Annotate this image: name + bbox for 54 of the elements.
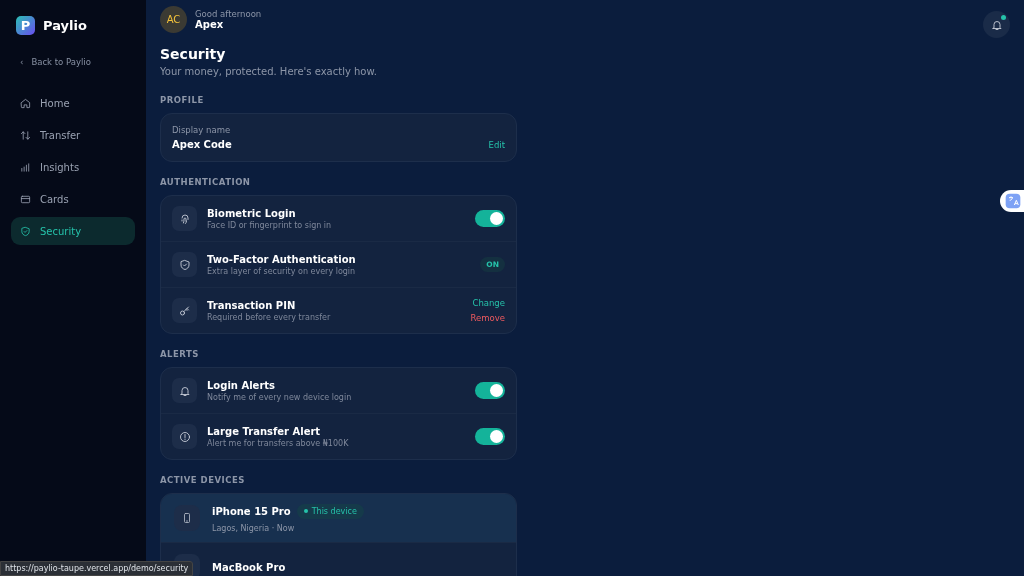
nav-item[interactable]: Security — [11, 217, 135, 245]
setting-title: Transaction PIN — [207, 299, 297, 311]
nav-item[interactable]: Cards — [11, 185, 135, 213]
key-icon — [172, 298, 197, 323]
bell-icon — [172, 378, 197, 403]
change-link[interactable]: Change — [472, 298, 505, 308]
page-title: Security — [160, 46, 227, 62]
device-detail: Lagos, Nigeria · Now — [212, 523, 296, 533]
setting-title: Large Transfer Alert — [207, 425, 322, 437]
status-url: https://paylio-taupe.vercel.app/demo/security — [0, 561, 194, 576]
brand-name: Paylio — [43, 18, 87, 33]
setting-description: Required before every transfer — [207, 312, 332, 322]
field-label: Display name — [172, 125, 232, 135]
alert-icon — [172, 424, 197, 449]
toggle-switch[interactable] — [475, 382, 505, 399]
nav-item[interactable]: Insights — [11, 153, 135, 181]
section-heading: ACTIVE DEVICES — [160, 475, 246, 485]
setting-description: Face ID or fingerprint to sign in — [207, 220, 333, 230]
avatar: AC — [160, 6, 187, 33]
setting-title: Biometric Login — [207, 207, 297, 219]
notification-button[interactable] — [983, 11, 1010, 38]
nav-item[interactable]: Home — [11, 89, 135, 117]
setting-description: Alert me for transfers above ₦100K — [207, 438, 350, 448]
logo: P — [16, 16, 35, 35]
nav-item[interactable]: Transfer — [11, 121, 135, 149]
card-icon — [20, 193, 31, 205]
toggle-switch[interactable] — [475, 210, 505, 227]
fingerprint-icon — [172, 206, 197, 231]
setting-title: Two-Factor Authentication — [207, 253, 357, 265]
shield-icon — [172, 252, 197, 277]
setting-title: Login Alerts — [207, 379, 277, 391]
toggle-switch[interactable] — [475, 428, 505, 445]
section-heading: PROFILE — [160, 95, 205, 105]
setting-description: Extra layer of security on every login — [207, 266, 357, 276]
translate-button[interactable] — [1000, 190, 1024, 212]
device-name: iPhone 15 Pro — [212, 505, 291, 517]
section-heading: ALERTS — [160, 349, 200, 359]
device-name: MacBook Pro — [212, 561, 286, 573]
section-heading: AUTHENTICATION — [160, 177, 252, 187]
setting-description: Notify me of every new device login — [207, 392, 353, 402]
page-subtitle: Your money, protected. Here's exactly how. — [160, 66, 378, 77]
device-badge: This device — [296, 503, 364, 519]
remove-link[interactable]: Remove — [470, 313, 505, 323]
field-value: Apex Code — [172, 139, 232, 150]
user-name: Apex — [195, 19, 225, 30]
arrows-icon — [20, 129, 31, 141]
back-link[interactable]: ‹ Back to Paylio — [20, 57, 135, 67]
phone-icon — [174, 505, 200, 531]
bar-chart-icon — [20, 161, 31, 173]
edit-link[interactable]: Edit — [488, 140, 505, 150]
greeting: Good afternoon — [195, 9, 262, 19]
home-icon — [20, 97, 31, 109]
bell-icon — [990, 18, 1003, 31]
shield-icon — [20, 225, 31, 237]
